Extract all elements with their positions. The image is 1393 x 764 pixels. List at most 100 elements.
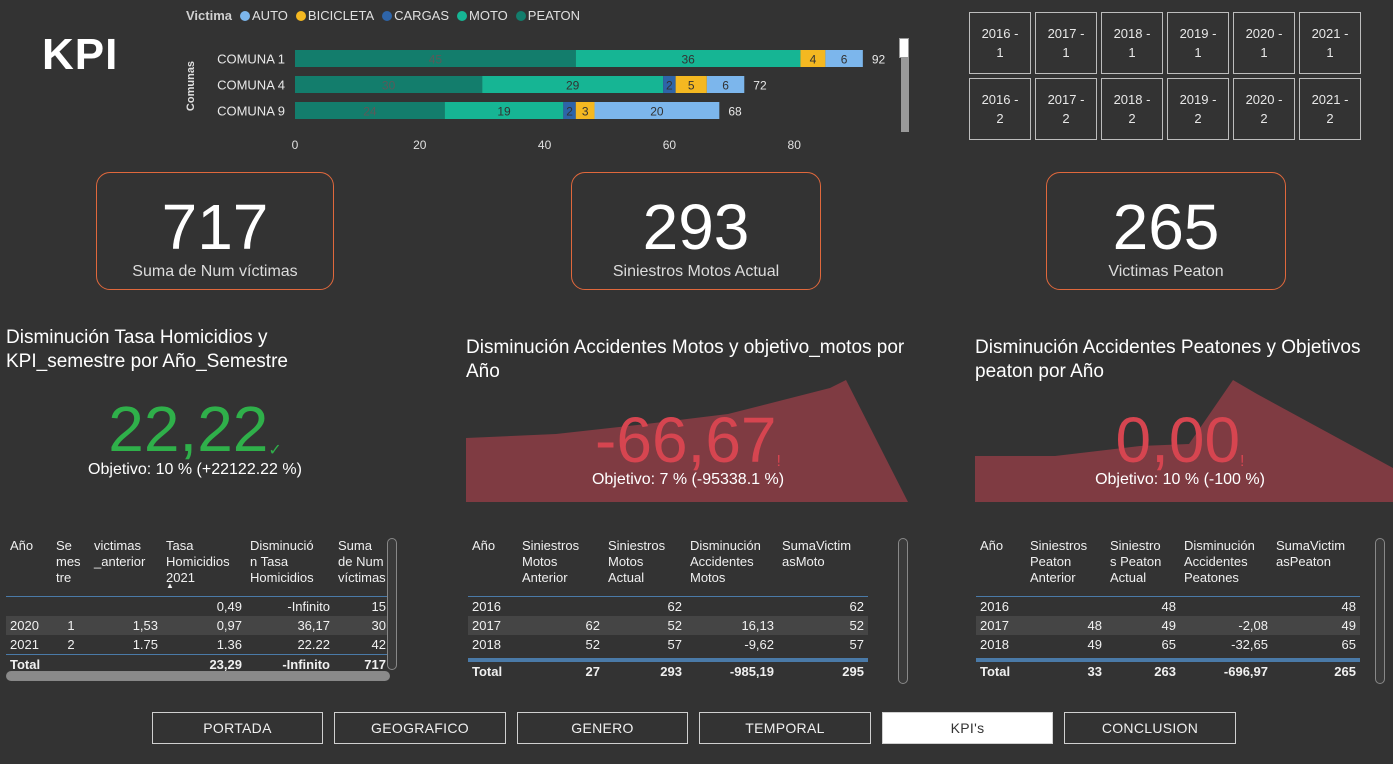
- col-header[interactable]: Suma de Num víctimas: [334, 538, 390, 597]
- legend-item-cargas[interactable]: CARGAS: [382, 8, 449, 23]
- x-tick-label: 40: [538, 138, 552, 152]
- legend-item-bicicleta[interactable]: BICICLETA: [295, 8, 375, 23]
- data-label: 3: [582, 105, 589, 119]
- col-header[interactable]: SumaVictim asMoto: [778, 538, 868, 597]
- data-label: 29: [566, 79, 580, 93]
- col-header[interactable]: Siniestros Motos Anterior: [518, 538, 604, 597]
- table-row[interactable]: 2017 48 49 -2,08 49: [976, 616, 1360, 635]
- total-label: 72: [753, 79, 767, 93]
- cell: 49: [1106, 616, 1180, 635]
- table-row[interactable]: 2016 62 62: [468, 597, 868, 617]
- col-header[interactable]: Se mes tre: [52, 538, 90, 597]
- motos-table-container: Año Siniestros Motos Anterior Siniestros…: [468, 538, 868, 666]
- slicer-button[interactable]: 2020 - 1: [1233, 12, 1295, 74]
- nav-button-geografico[interactable]: GEOGRAFICO: [334, 712, 506, 744]
- cell: 0,97: [162, 616, 246, 635]
- data-label: 30: [382, 79, 396, 93]
- nav-button-portada[interactable]: PORTADA: [152, 712, 323, 744]
- cell: 265: [1334, 664, 1356, 679]
- cell: [686, 597, 778, 617]
- legend-label: PEATON: [527, 8, 581, 23]
- cell: 42: [371, 637, 386, 652]
- slicer-button[interactable]: 2016 - 1: [969, 12, 1031, 74]
- table1-vscroll[interactable]: [387, 538, 397, 670]
- col-header[interactable]: Disminución Accidentes Peatones: [1180, 538, 1272, 597]
- kpi-homicidios-goal: Objetivo: 10 % (+22122.22 %): [88, 461, 302, 478]
- nav-button-conclusion[interactable]: CONCLUSION: [1064, 712, 1236, 744]
- kpi-peaton-title: Disminución Accidentes Peatones y Objeti…: [975, 337, 1361, 382]
- table-row[interactable]: 2021 2 1.75 1.36 22.22 42: [6, 635, 390, 654]
- col-header[interactable]: SumaVictim asPeaton: [1272, 538, 1360, 597]
- cell: 2020: [6, 616, 52, 635]
- slicer-button[interactable]: 2018 - 2: [1101, 78, 1163, 140]
- col-header[interactable]: Disminución Accidentes Motos: [686, 538, 778, 597]
- slicer-button[interactable]: 2021 - 1: [1299, 12, 1361, 74]
- col-header[interactable]: Siniestros Peaton Anterior: [1026, 538, 1106, 597]
- page-title: KPI: [42, 30, 119, 79]
- chart-scrollbar-thumb[interactable]: [899, 38, 909, 58]
- legend-label: MOTO: [469, 8, 508, 23]
- legend-item-auto[interactable]: AUTO: [240, 8, 288, 23]
- cell: 295: [842, 664, 864, 679]
- nav-button-temporal[interactable]: TEMPORAL: [699, 712, 871, 744]
- slicer-button[interactable]: 2016 - 2: [969, 78, 1031, 140]
- col-header[interactable]: Disminució n Tasa Homicidios: [246, 538, 334, 597]
- kpi-homicidios-value: 22,22✓: [60, 394, 330, 464]
- slicer-button[interactable]: 2019 - 1: [1167, 12, 1229, 74]
- cell: 2: [67, 637, 75, 652]
- legend-label: BICICLETA: [307, 8, 375, 23]
- slicer-button[interactable]: 2020 - 2: [1233, 78, 1295, 140]
- data-label: 6: [722, 79, 729, 93]
- col-header-label: Tasa Homicidios 2021: [166, 538, 230, 585]
- data-label: 5: [688, 79, 695, 93]
- kpi-card-peaton: 265 Victimas Peaton: [1046, 172, 1286, 290]
- cell: 1,53: [90, 616, 162, 635]
- nav-button-genero[interactable]: GENERO: [517, 712, 688, 744]
- cell: 1.75: [132, 637, 158, 652]
- table-row[interactable]: 2020 1 1,53 0,97 36,17 30: [6, 616, 390, 635]
- kpi-value-text: -66,67: [595, 404, 777, 476]
- stacked-bar-chart: ComunasCOMUNA 1 45 36 4 6 92COMUNA 4 30 29 2 5 6 72…: [185, 50, 886, 152]
- slicer-button[interactable]: 2017 - 1: [1035, 12, 1097, 74]
- card-value: 265: [1112, 191, 1220, 263]
- table-row[interactable]: 2016 48 48: [976, 597, 1360, 617]
- legend-item-peaton[interactable]: PEATON: [515, 8, 581, 23]
- data-label: 36: [681, 53, 695, 67]
- table3-vscroll[interactable]: [1375, 538, 1385, 684]
- kpi-motos-value: -66,67!: [520, 405, 856, 475]
- table-row[interactable]: 2018 49 65 -32,65 65: [976, 635, 1360, 654]
- kpi-motos-goal: Objetivo: 7 % (-95338.1 %): [591, 471, 785, 488]
- table1-hscroll[interactable]: [6, 671, 390, 681]
- slicer-button[interactable]: 2019 - 2: [1167, 78, 1229, 140]
- table-row[interactable]: 2017 62 52 16,13 52: [468, 616, 868, 635]
- table-row[interactable]: 2018 52 57 -9,62 57: [468, 635, 868, 654]
- data-label: 45: [429, 53, 443, 67]
- slicer-button[interactable]: 2021 - 2: [1299, 78, 1361, 140]
- col-header[interactable]: Año: [6, 538, 52, 597]
- legend-dot-icon: [457, 10, 468, 21]
- y-axis-label: Comunas: [185, 61, 197, 111]
- col-header[interactable]: Siniestros Motos Actual: [604, 538, 686, 597]
- nav-button-kpis[interactable]: KPI's: [882, 712, 1053, 744]
- table-row[interactable]: 0,49 -Infinito 15: [6, 597, 390, 617]
- col-header[interactable]: victimas _anterior: [90, 538, 162, 597]
- slicer-button[interactable]: 2018 - 1: [1101, 12, 1163, 74]
- legend-dot-icon: [382, 10, 393, 21]
- cell: 1: [52, 616, 90, 635]
- col-header[interactable]: Siniestro s Peaton Actual: [1106, 538, 1180, 597]
- data-label: 4: [810, 53, 817, 67]
- cell: 2017: [468, 616, 518, 635]
- col-header[interactable]: Año: [468, 538, 518, 597]
- table2-vscroll[interactable]: [898, 538, 908, 684]
- slicer-button[interactable]: 2017 - 2: [1035, 78, 1097, 140]
- table-header: Año Se mes tre victimas _anterior Tasa H…: [6, 538, 390, 597]
- legend-item-moto[interactable]: MOTO: [457, 8, 508, 23]
- motos-table: Año Siniestros Motos Anterior Siniestros…: [468, 538, 868, 654]
- sort-asc-icon[interactable]: ▲: [166, 578, 174, 594]
- col-header[interactable]: Tasa Homicidios 2021 ▲: [162, 538, 246, 597]
- cell: -32,65: [1231, 637, 1268, 652]
- kpi-peaton-value: 0,00!: [1030, 405, 1330, 475]
- year-semester-slicer: 2016 - 1 2017 - 1 2018 - 1 2019 - 1 2020 - 1…: [969, 12, 1361, 140]
- col-header[interactable]: Año: [976, 538, 1026, 597]
- cell: [1180, 597, 1272, 617]
